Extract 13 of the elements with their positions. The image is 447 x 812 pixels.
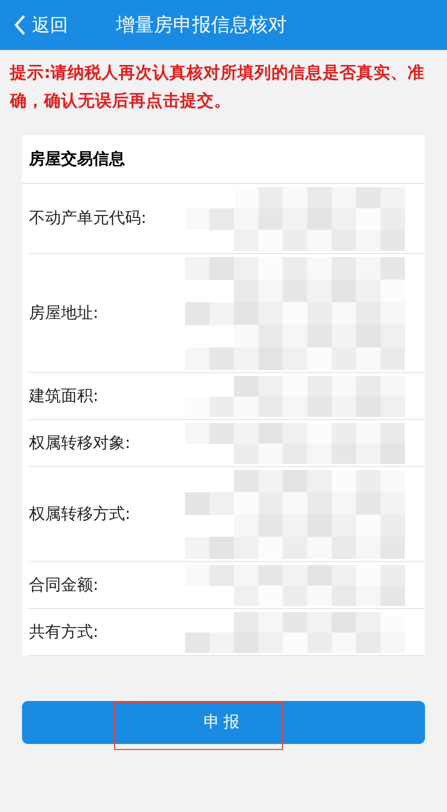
back-button[interactable]: 返回 [0, 7, 68, 43]
field-label: 建筑面积: [29, 386, 98, 406]
field-label: 权属转移方式: [29, 504, 130, 524]
field-label: 合同金额: [29, 574, 98, 596]
section-title: 房屋交易信息 [22, 135, 425, 184]
warning-notice: 提示:请纳税人再次认真核对所填列的信息是否真实、准确，确认无误后再点击提交。 [8, 62, 426, 112]
back-chevron-icon [14, 14, 26, 36]
field-label: 房屋地址: [29, 302, 98, 324]
field-label: 权属转移对象: [29, 432, 130, 454]
field-label: 不动产单元代码: [29, 208, 146, 229]
field-label: 共有方式: [29, 622, 98, 642]
submit-button[interactable]: 申报 [22, 701, 425, 744]
page-title: 增量房申报信息核对 [116, 13, 287, 38]
